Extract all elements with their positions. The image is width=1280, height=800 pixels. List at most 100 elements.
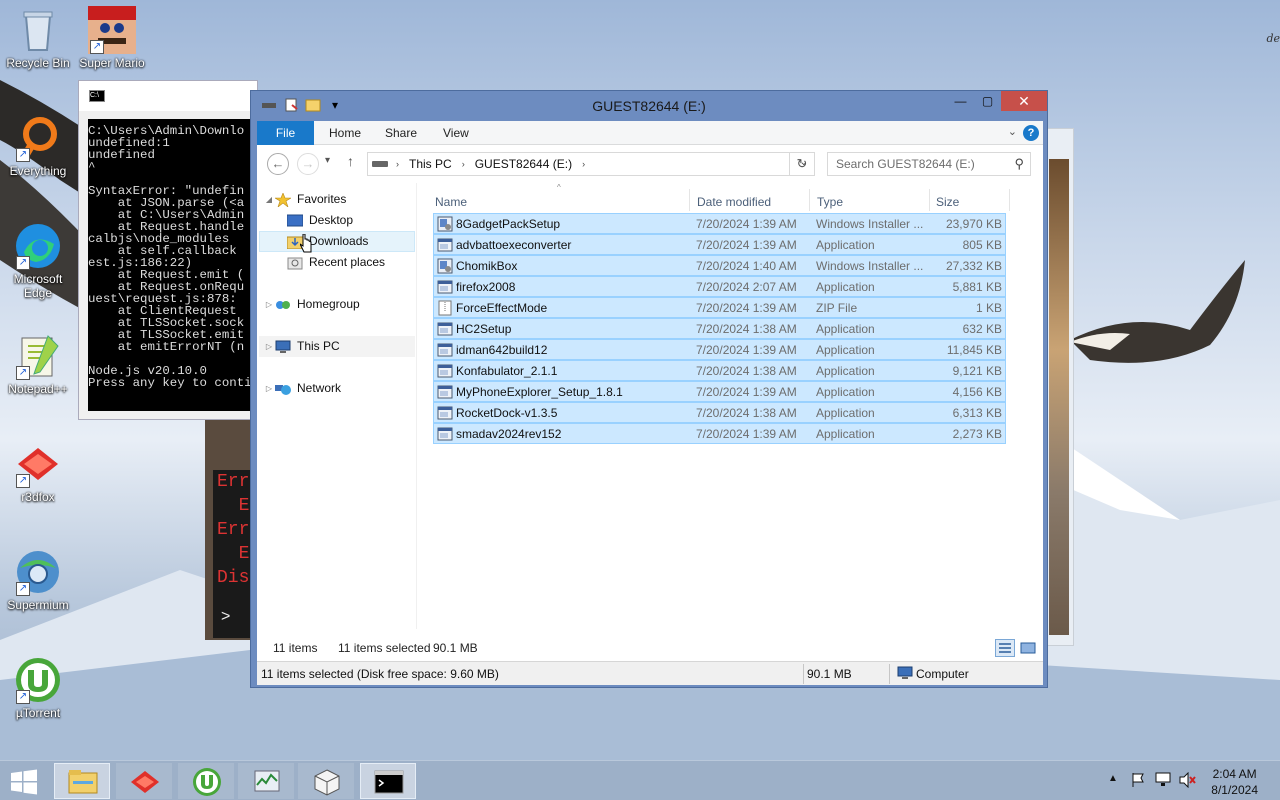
back-button[interactable]: ← [267,153,289,175]
network-tray-icon[interactable] [1154,772,1172,791]
status-size-text: 90.1 MB [807,667,852,681]
taskbar-r3dfox[interactable] [116,763,172,799]
taskbar-utorrent[interactable] [178,763,234,799]
file-explorer-window[interactable]: ▾ GUEST82644 (E:) — ▢ ✕ File Home Share … [250,90,1048,688]
file-row[interactable]: firefox2008 7/20/2024 2:07 AM Application 5… [433,276,1006,297]
desktop-icon-notepadpp[interactable]: ↗ Notepad++ [0,332,76,396]
nav-item-favorites[interactable]: ◢ Favorites [263,189,346,210]
collapse-arrow-icon[interactable]: ◢ [263,189,275,210]
file-row[interactable]: advbattoexeconverter 7/20/2024 1:39 AM App… [433,234,1006,255]
tab-home[interactable]: Home [315,121,375,145]
show-hidden-icons-button[interactable]: ▲ [1108,773,1118,784]
help-icon[interactable]: ? [1023,125,1039,141]
large-icons-view-button[interactable] [1019,639,1037,657]
forward-button[interactable]: → [297,153,319,175]
file-size: 805 KB [962,238,1002,252]
desktop-icon-everything[interactable]: ↗ Everything [0,114,76,178]
column-divider[interactable] [809,189,810,211]
expand-arrow-icon[interactable]: ▷ [263,294,275,315]
file-type: Windows Installer ... [816,259,924,273]
taskbar-box-app[interactable] [298,763,354,799]
nav-item-homegroup[interactable]: ▷ Homegroup [263,294,360,315]
everything-icon: ↗ [14,114,62,162]
file-row[interactable]: RocketDock-v1.3.5 7/20/2024 1:38 AM Applic… [433,402,1006,423]
column-divider[interactable] [1009,189,1010,211]
details-view-button[interactable] [995,639,1015,657]
close-button[interactable]: ✕ [1001,91,1047,111]
command-prompt-window[interactable]: C:\ C:\Users\Admin\Downlo undefined:1 un… [78,80,259,420]
breadcrumb-drive[interactable]: GUEST82644 (E:) [475,157,572,171]
nav-label: Desktop [309,213,354,227]
desktop-icon-recycle-bin[interactable]: Recycle Bin [0,6,76,70]
file-list-pane[interactable]: ^ Name Date modified Type Size 8GadgetPa… [417,183,1043,629]
address-bar[interactable]: › This PC › GUEST82644 (E:) › ⌄ [367,152,815,176]
nav-item-downloads[interactable]: Downloads [259,231,415,252]
command-prompt-titlebar[interactable]: C:\ [79,81,257,111]
file-row[interactable]: MyPhoneExplorer_Setup_1.8.1 7/20/2024 1:3… [433,381,1006,402]
file-row[interactable]: 8GadgetPackSetup 7/20/2024 1:39 AM Windows… [433,213,1006,234]
recent-locations-icon[interactable]: ▾ [325,155,330,166]
file-row[interactable]: idman642build12 7/20/2024 1:39 AM Applicat… [433,339,1006,360]
action-center-flag-icon[interactable] [1130,772,1146,791]
file-date-modified: 7/20/2024 1:39 AM [696,238,797,252]
column-divider[interactable] [929,189,930,211]
breadcrumb-separator-icon[interactable]: › [396,159,399,169]
desktop-icon-utorrent[interactable]: ↗ µTorrent [0,656,76,720]
column-header-size[interactable]: Size [936,195,959,209]
tab-view[interactable]: View [429,121,483,145]
desktop-icon-r3dfox[interactable]: ↗ r3dfox [0,440,76,504]
desktop-icon-label: Everything [9,164,67,178]
column-divider[interactable] [689,189,690,211]
breadcrumb-this-pc[interactable]: This PC [409,157,452,171]
maximize-button[interactable]: ▢ [974,91,1001,111]
volume-muted-icon[interactable] [1178,771,1196,791]
nav-item-recent-places[interactable]: Recent places [287,252,385,273]
tab-file[interactable]: File [257,121,314,145]
up-button[interactable]: ↑ [347,153,354,169]
taskbar-file-explorer[interactable] [54,763,110,799]
sort-ascending-icon: ^ [557,183,561,192]
file-row[interactable]: ForceEffectMode 7/20/2024 1:39 AM ZIP File… [433,297,1006,318]
column-header-date[interactable]: Date modified [697,195,771,209]
desktop-icon-super-mario[interactable]: ↗ Super Mario [74,6,150,70]
desktop-corner-text: de [1266,32,1280,45]
error-terminal-window[interactable]: Err E Err E Dis > [205,420,253,640]
expand-ribbon-icon[interactable]: ⌄ [1008,125,1017,138]
selected-count: 11 items selected [338,641,431,655]
desktop-icon-label: Recycle Bin [6,56,70,70]
column-header-type[interactable]: Type [817,195,843,209]
taskbar-task-manager[interactable] [238,763,294,799]
expand-arrow-icon[interactable]: ▷ [263,336,275,357]
file-date-modified: 7/20/2024 1:39 AM [696,385,797,399]
refresh-button[interactable]: ↻ [789,152,815,176]
drive-icon [372,161,388,167]
file-row[interactable]: Konfabulator_2.1.1 7/20/2024 1:38 AM Appli… [433,360,1006,381]
system-clock[interactable]: 2:04 AM 8/1/2024 [1211,766,1258,798]
column-header-name[interactable]: Name [435,195,467,209]
file-name: MyPhoneExplorer_Setup_1.8.1 [456,385,623,399]
error-terminal-prompt: > [213,602,253,638]
desktop-icon-edge[interactable]: ↗ Microsoft Edge [0,222,76,300]
nav-item-this-pc[interactable]: ▷ This PC [259,336,415,357]
file-name: smadav2024rev152 [456,427,562,441]
app-icon [437,384,453,400]
file-row[interactable]: smadav2024rev152 7/20/2024 1:39 AM Applica… [433,423,1006,444]
file-row[interactable]: ChomikBox 7/20/2024 1:40 AM Windows Instal… [433,255,1006,276]
explorer-titlebar[interactable]: ▾ GUEST82644 (E:) — ▢ ✕ [251,91,1047,121]
breadcrumb-separator-icon[interactable]: › [462,159,465,169]
details-status-bar: 11 items 11 items selected 90.1 MB [257,629,1043,665]
breadcrumb-separator-icon[interactable]: › [582,159,585,169]
file-row[interactable]: HC2Setup 7/20/2024 1:38 AM Application 632 … [433,318,1006,339]
file-size: 27,332 KB [945,259,1002,273]
search-input[interactable]: Search GUEST82644 (E:) ⚲ [827,152,1031,176]
desktop-icon-supermium[interactable]: ↗ Supermium [0,548,76,612]
nav-item-desktop[interactable]: Desktop [286,210,354,231]
nav-item-network[interactable]: ▷ Network [263,378,341,399]
desktop-wallpaper-eagle [1070,260,1245,363]
start-button[interactable] [10,769,38,795]
minimize-button[interactable]: — [947,91,974,111]
taskbar-command-prompt[interactable] [360,763,416,799]
file-date-modified: 7/20/2024 1:38 AM [696,364,797,378]
tab-share[interactable]: Share [371,121,431,145]
expand-arrow-icon[interactable]: ▷ [263,378,275,399]
